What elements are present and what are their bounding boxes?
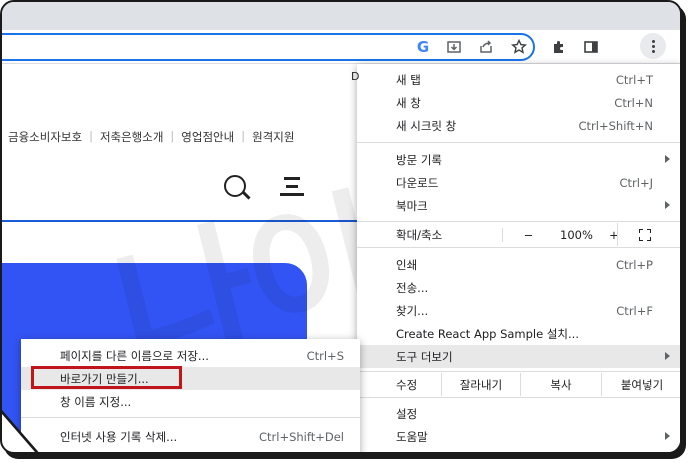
menu-separator xyxy=(357,247,680,248)
cut-button[interactable]: 잘라내기 xyxy=(441,373,520,396)
menu-history[interactable]: 방문 기록 xyxy=(357,148,680,171)
zoom-out-button[interactable]: − xyxy=(502,227,554,242)
install-icon[interactable] xyxy=(445,38,463,56)
tab-strip xyxy=(2,2,680,30)
submenu-arrow-icon xyxy=(665,432,670,440)
menu-print[interactable]: 인쇄 Ctrl+P xyxy=(357,253,680,276)
submenu-clear-browsing-data[interactable]: 인터넷 사용 기록 삭제... Ctrl+Shift+Del xyxy=(21,425,360,448)
bookmark-star-icon[interactable] xyxy=(510,38,528,56)
chrome-main-menu: D 새 탭 Ctrl+T 새 창 Ctrl+N 새 시크릿 창 Ctrl+Shift+… xyxy=(351,64,680,452)
nav-link-consumer-protection[interactable]: 금융소비자보호 xyxy=(8,129,82,145)
menu-separator xyxy=(357,221,680,222)
menu-more-tools[interactable]: 도구 더보기 xyxy=(357,345,680,368)
zoom-in-button[interactable]: + xyxy=(599,228,629,242)
menu-zoom-row: 확대/축소 − 100% + xyxy=(357,223,680,246)
menu-new-tab[interactable]: 새 탭 Ctrl+T xyxy=(357,68,680,91)
fullscreen-icon[interactable] xyxy=(639,229,651,241)
submenu-save-page-as[interactable]: 페이지를 다른 이름으로 저장... Ctrl+S xyxy=(21,344,360,367)
menu-settings[interactable]: 설정 xyxy=(357,402,680,425)
copy-button[interactable]: 복사 xyxy=(520,373,601,396)
search-icon[interactable] xyxy=(224,175,246,197)
submenu-arrow-icon xyxy=(665,155,670,163)
menu-separator xyxy=(357,142,680,143)
more-tools-submenu: 페이지를 다른 이름으로 저장... Ctrl+S 바로가기 만들기... 창 이… xyxy=(21,339,360,452)
page-curl-inner xyxy=(2,414,35,452)
menu-new-window[interactable]: 새 창 Ctrl+N xyxy=(357,91,680,114)
nav-link-bank-intro[interactable]: 저축은행소개 xyxy=(100,129,163,145)
zoom-level: 100% xyxy=(560,227,593,242)
browser-toolbar: G xyxy=(2,30,680,64)
menu-help[interactable]: 도움말 xyxy=(357,425,680,448)
menu-separator xyxy=(21,417,360,418)
paste-button[interactable]: 붙여넣기 xyxy=(601,373,680,396)
zoom-label: 확대/축소 xyxy=(396,227,443,242)
menu-cast[interactable]: 전송... xyxy=(357,276,680,299)
screenshot-frame: G 금융소비자보호 | 저축은행소개 | 영업점안내 | 원격지원 D 새 탭 … xyxy=(0,0,682,454)
google-icon[interactable]: G xyxy=(414,38,432,56)
submenu-arrow-icon xyxy=(665,201,670,209)
menu-find[interactable]: 찾기... Ctrl+F xyxy=(357,299,680,322)
side-panel-icon[interactable] xyxy=(582,38,600,56)
menu-install-app[interactable]: Create React App Sample 설치... xyxy=(357,322,680,345)
menu-separator xyxy=(357,397,680,398)
menu-new-incognito-window[interactable]: 새 시크릿 창 Ctrl+Shift+N xyxy=(357,114,680,137)
highlight-box xyxy=(31,366,182,389)
nav-link-branches[interactable]: 영업점안내 xyxy=(181,129,234,145)
top-nav-links: 금융소비자보호 | 저축은행소개 | 영업점안내 | 원격지원 xyxy=(8,129,295,145)
menu-separator xyxy=(357,371,680,372)
more-menu-icon[interactable] xyxy=(640,33,666,59)
submenu-name-window[interactable]: 창 이름 지정... xyxy=(21,390,360,413)
header-divider xyxy=(2,220,362,222)
share-icon[interactable] xyxy=(477,38,495,56)
menu-downloads[interactable]: 다운로드 Ctrl+J xyxy=(357,171,680,194)
nav-link-remote-support[interactable]: 원격지원 xyxy=(252,129,294,145)
extensions-icon[interactable] xyxy=(550,38,568,56)
hamburger-menu-icon[interactable] xyxy=(280,176,304,196)
edit-label: 수정 xyxy=(396,377,418,392)
menu-bookmarks[interactable]: 북마크 xyxy=(357,194,680,217)
submenu-arrow-icon xyxy=(665,352,670,360)
menu-edit-row: 수정 잘라내기 복사 붙여넣기 xyxy=(357,373,680,396)
